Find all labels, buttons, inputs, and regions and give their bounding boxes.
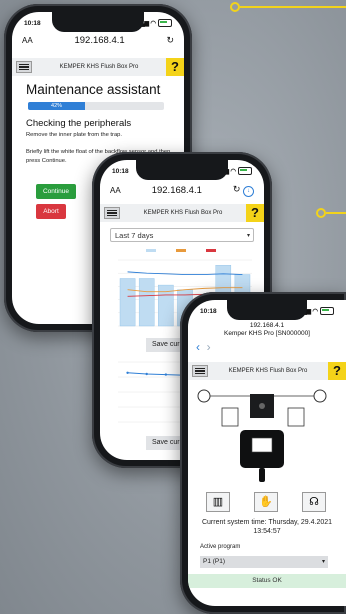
app-title: KEMPER KHS Flush Box Pro xyxy=(59,64,139,70)
back-icon[interactable]: ‹ xyxy=(196,340,200,354)
menu-icon[interactable] xyxy=(192,365,208,377)
nav-arrows: ‹ › xyxy=(196,340,211,354)
download-icon[interactable]: ↓ xyxy=(242,185,254,197)
system-time: Current system time: Thursday, 29.4.2021… xyxy=(201,519,333,535)
section-heading: Checking the peripherals xyxy=(26,118,132,129)
chevron-down-icon: ▾ xyxy=(246,233,250,239)
status-badge: Status OK xyxy=(188,574,346,588)
sensor-box-left xyxy=(221,407,239,427)
phone-dashboard: 10:18 ▂▄▆ ◠ 192.168.4.1 Kemper KHS Pro [… xyxy=(180,292,346,614)
period-value: Last 7 days xyxy=(115,231,154,240)
menu-icon[interactable] xyxy=(104,207,120,219)
help-button[interactable]: ? xyxy=(246,204,264,222)
sensor-box-right xyxy=(287,407,305,427)
url-bar[interactable]: AA 192.168.4.1 ↻ ↓ xyxy=(100,180,264,200)
legend-swatch xyxy=(206,249,216,252)
reload-icon[interactable]: ↻ xyxy=(166,35,174,46)
reload-icon[interactable]: ↻ xyxy=(233,184,241,194)
page-title: Maintenance assistant xyxy=(26,82,161,97)
drain-pipe xyxy=(259,468,265,482)
app-title: KEMPER KHS Flush Box Pro xyxy=(228,368,308,374)
menu-icon[interactable] xyxy=(16,61,32,73)
data-point xyxy=(126,371,129,374)
chart-icon[interactable]: ▥ xyxy=(206,492,230,512)
trap-window xyxy=(251,437,273,453)
data-point xyxy=(164,373,168,376)
deco-ring-top xyxy=(230,2,240,12)
app-bar: KEMPER KHS Flush Box Pro ? xyxy=(188,362,346,380)
instruction-text-1: Remove the inner plate from the trap. xyxy=(26,132,123,138)
forward-icon[interactable]: › xyxy=(207,340,211,354)
device-diagram xyxy=(197,389,327,482)
program-value: P1 (P1) xyxy=(203,558,226,565)
wifi-icon: ◠ xyxy=(312,307,318,315)
url-bar[interactable]: AA 192.168.4.1 ↻ xyxy=(12,30,184,50)
toolbar-icons: ↻ ↓ xyxy=(233,184,254,197)
battery-icon xyxy=(238,167,252,176)
screen-dashboard: 10:18 ▂▄▆ ◠ 192.168.4.1 Kemper KHS Pro [… xyxy=(188,300,346,606)
legend-swatch xyxy=(176,249,186,252)
status-time: 10:18 xyxy=(200,307,217,315)
data-point xyxy=(145,372,148,376)
progress-fill: 42% xyxy=(28,102,86,110)
action-icons: ▥ ✋ ☊ xyxy=(206,492,326,512)
url-text[interactable]: 192.168.4.1 xyxy=(74,35,124,46)
legend-swatch xyxy=(146,249,156,252)
notch xyxy=(227,300,307,320)
status-time: 10:18 xyxy=(24,19,41,27)
url-line-1[interactable]: 192.168.4.1 xyxy=(188,322,346,329)
app-bar: KEMPER KHS Flush Box Pro ? xyxy=(12,58,184,76)
chevron-down-icon: ▾ xyxy=(321,559,325,565)
controller-knob xyxy=(259,403,265,409)
wifi-icon: ◠ xyxy=(150,19,156,27)
deco-ring-mid xyxy=(316,208,326,218)
deco-line-top xyxy=(240,6,346,8)
headset-icon[interactable]: ☊ xyxy=(302,492,326,512)
battery-icon xyxy=(320,307,334,316)
status-time: 10:18 xyxy=(112,167,129,175)
program-label: Active program xyxy=(200,544,241,550)
app-title: KEMPER KHS Flush Box Pro xyxy=(143,210,223,216)
bar xyxy=(119,278,136,327)
hand-icon[interactable]: ✋ xyxy=(254,492,278,512)
notch xyxy=(136,160,228,180)
notch xyxy=(52,12,144,32)
period-select[interactable]: Last 7 days ▾ xyxy=(110,228,254,242)
battery-icon xyxy=(158,19,172,28)
url-text[interactable]: 192.168.4.1 xyxy=(152,185,202,196)
help-button[interactable]: ? xyxy=(166,58,184,76)
outlet-port-icon xyxy=(313,389,327,403)
continue-button[interactable]: Continue xyxy=(36,184,76,199)
deco-line-mid xyxy=(326,212,346,214)
text-size-button[interactable]: AA xyxy=(22,36,33,45)
url-line-2: Kemper KHS Pro [SN000000] xyxy=(224,330,310,337)
program-select[interactable]: P1 (P1) ▾ xyxy=(200,556,328,568)
text-size-button[interactable]: AA xyxy=(110,186,121,195)
wifi-icon: ◠ xyxy=(230,167,236,175)
bar xyxy=(138,278,155,327)
progress-bar: 42% xyxy=(28,102,164,110)
abort-button[interactable]: Abort xyxy=(36,204,66,219)
help-button[interactable]: ? xyxy=(328,362,346,380)
app-bar: KEMPER KHS Flush Box Pro ? xyxy=(100,204,264,222)
inlet-port-icon xyxy=(197,389,211,403)
